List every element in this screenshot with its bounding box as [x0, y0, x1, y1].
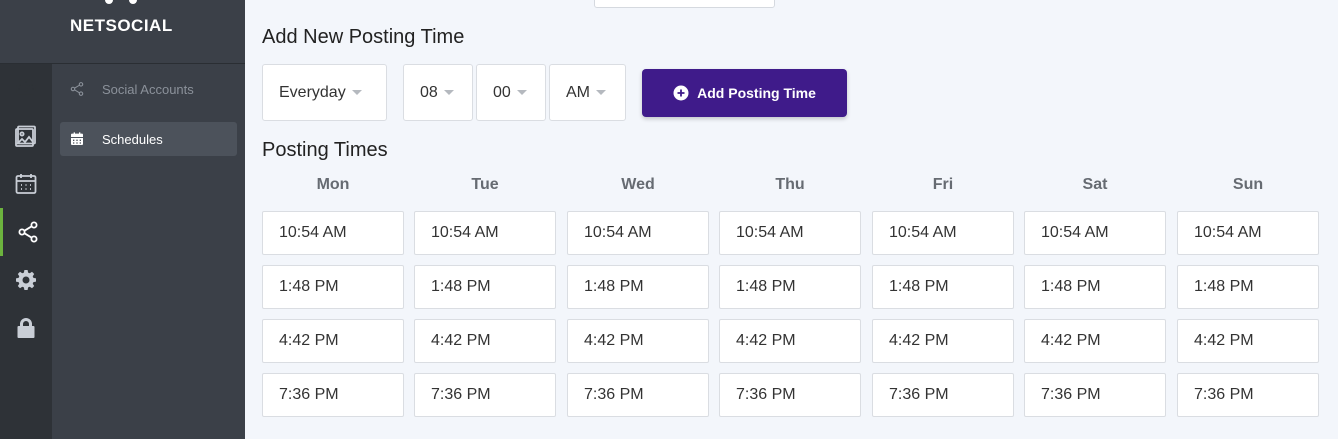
posting-time-slot[interactable]: 1:48 PM: [1177, 265, 1319, 309]
gear-icon: [16, 270, 36, 290]
sub-sidebar: Social Accounts Schedules: [52, 64, 245, 439]
hour-value: 08: [420, 83, 438, 101]
posting-time-slot[interactable]: 4:42 PM: [719, 319, 861, 363]
frequency-select[interactable]: Everyday: [262, 64, 387, 121]
posting-time-slot[interactable]: 7:36 PM: [414, 373, 556, 417]
meridiem-select[interactable]: AM: [549, 64, 626, 121]
posting-time-slot[interactable]: 1:48 PM: [567, 265, 709, 309]
calendar-icon: [71, 132, 83, 145]
day-header: Wed: [621, 176, 655, 193]
posting-time-slot[interactable]: 10:54 AM: [872, 211, 1014, 255]
top-input-edge: [594, 0, 775, 8]
posting-time-slot[interactable]: 10:54 AM: [567, 211, 709, 255]
caret-down-icon: [516, 90, 527, 95]
day-header: Tue: [471, 176, 499, 193]
posting-time-slot[interactable]: 10:54 AM: [719, 211, 861, 255]
sidebar-item-label: Schedules: [102, 131, 163, 147]
hour-select[interactable]: 08: [403, 64, 473, 121]
posting-time-slot[interactable]: 1:48 PM: [719, 265, 861, 309]
rail-item-media[interactable]: [0, 112, 52, 160]
posting-time-slot[interactable]: 1:48 PM: [872, 265, 1014, 309]
day-header: Mon: [316, 176, 350, 193]
day-header: Sat: [1082, 176, 1108, 193]
day-column: Tue 10:54 AM 1:48 PM 4:42 PM 7:36 PM: [414, 176, 556, 417]
minute-select[interactable]: 00: [476, 64, 546, 121]
day-column: Sat 10:54 AM 1:48 PM 4:42 PM 7:36 PM: [1024, 176, 1166, 417]
posting-time-slot[interactable]: 10:54 AM: [262, 211, 404, 255]
lock-icon: [17, 318, 35, 338]
sidebar-item-social-accounts[interactable]: Social Accounts: [60, 72, 237, 106]
posting-time-slot[interactable]: 7:36 PM: [872, 373, 1014, 417]
posting-time-slot[interactable]: 10:54 AM: [1177, 211, 1319, 255]
rail-item-dashboard[interactable]: [0, 64, 52, 112]
minute-value: 00: [493, 83, 511, 101]
image-icon: [15, 125, 36, 147]
brand-header: NETSOCIAL: [0, 0, 245, 64]
posting-time-slot[interactable]: 1:48 PM: [1024, 265, 1166, 309]
day-column: Sun 10:54 AM 1:48 PM 4:42 PM 7:36 PM: [1177, 176, 1319, 417]
posting-time-slot[interactable]: 10:54 AM: [1024, 211, 1166, 255]
posting-time-slot[interactable]: 4:42 PM: [567, 319, 709, 363]
day-column: Wed 10:54 AM 1:48 PM 4:42 PM 7:36 PM: [567, 176, 709, 417]
caret-down-icon: [351, 90, 362, 95]
day-column: Fri 10:54 AM 1:48 PM 4:42 PM 7:36 PM: [872, 176, 1014, 417]
rail-item-social[interactable]: [0, 208, 52, 256]
posting-time-slot[interactable]: 10:54 AM: [414, 211, 556, 255]
posting-time-slot[interactable]: 4:42 PM: [1177, 319, 1319, 363]
meridiem-value: AM: [566, 83, 590, 101]
posting-time-slot[interactable]: 1:48 PM: [414, 265, 556, 309]
posting-time-slot[interactable]: 7:36 PM: [719, 373, 861, 417]
share-icon: [18, 221, 37, 243]
posting-time-slot[interactable]: 1:48 PM: [262, 265, 404, 309]
sidebar-item-schedules[interactable]: Schedules: [60, 122, 237, 156]
add-posting-time-title: Add New Posting Time: [262, 26, 465, 48]
posting-time-slot[interactable]: 4:42 PM: [872, 319, 1014, 363]
day-column: Thu 10:54 AM 1:48 PM 4:42 PM 7:36 PM: [719, 176, 861, 417]
posting-time-slot[interactable]: 4:42 PM: [262, 319, 404, 363]
caret-down-icon: [443, 90, 454, 95]
share-icon: [70, 82, 84, 96]
add-posting-time-label: Add Posting Time: [697, 85, 816, 101]
day-header: Sun: [1232, 176, 1264, 193]
posting-time-slot[interactable]: 4:42 PM: [1024, 319, 1166, 363]
caret-down-icon: [596, 90, 606, 95]
icon-rail: [0, 0, 52, 439]
posting-time-slot[interactable]: 4:42 PM: [414, 319, 556, 363]
day-header: Thu: [775, 176, 805, 193]
calendar-icon: [15, 174, 37, 194]
plus-circle-icon: [673, 85, 689, 101]
day-header: Fri: [932, 176, 954, 193]
frequency-value: Everyday: [279, 83, 346, 101]
posting-time-slot[interactable]: 7:36 PM: [567, 373, 709, 417]
posting-times-title: Posting Times: [262, 139, 388, 161]
posting-time-slot[interactable]: 7:36 PM: [1024, 373, 1166, 417]
add-posting-time-button[interactable]: Add Posting Time: [642, 69, 847, 117]
rail-item-lock[interactable]: [0, 304, 52, 352]
posting-time-slot[interactable]: 7:36 PM: [1177, 373, 1319, 417]
sidebar-item-label: Social Accounts: [102, 81, 194, 97]
rail-item-calendar[interactable]: [0, 160, 52, 208]
rail-item-settings[interactable]: [0, 256, 52, 304]
posting-time-slot[interactable]: 7:36 PM: [262, 373, 404, 417]
dashboard-icon: [16, 79, 37, 95]
logo-mark: [101, 0, 141, 6]
brand-name: NETSOCIAL: [70, 16, 173, 35]
day-column: Mon 10:54 AM 1:48 PM 4:42 PM 7:36 PM: [262, 176, 404, 417]
